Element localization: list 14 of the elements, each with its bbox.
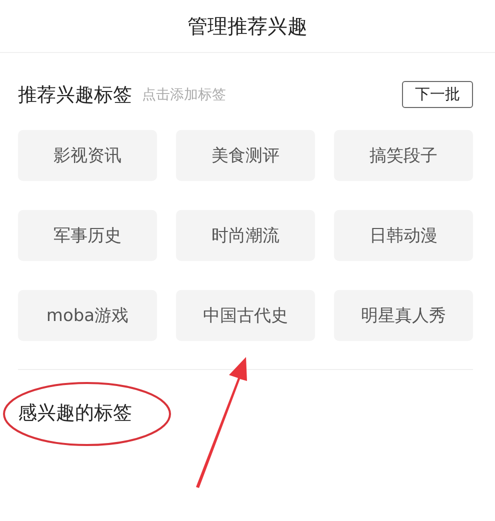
section-title: 感兴趣的标签 [18,402,132,424]
interest-tag[interactable]: 影视资讯 [18,130,157,181]
next-batch-button[interactable]: 下一批 [402,81,473,108]
interest-tag[interactable]: moba游戏 [18,290,157,341]
page-title: 管理推荐兴趣 [188,12,308,40]
interest-tag[interactable]: 搞笑段子 [334,130,473,181]
interest-tag[interactable]: 美食测评 [176,130,315,181]
section-title: 推荐兴趣标签 [18,82,132,108]
hint-text: 点击添加标签 [142,86,227,104]
interest-tag[interactable]: 明星真人秀 [334,290,473,341]
interest-tag[interactable]: 中国古代史 [176,290,315,341]
interest-tag[interactable]: 军事历史 [18,210,157,261]
interest-tag[interactable]: 日韩动漫 [334,210,473,261]
interest-tag[interactable]: 时尚潮流 [176,210,315,261]
